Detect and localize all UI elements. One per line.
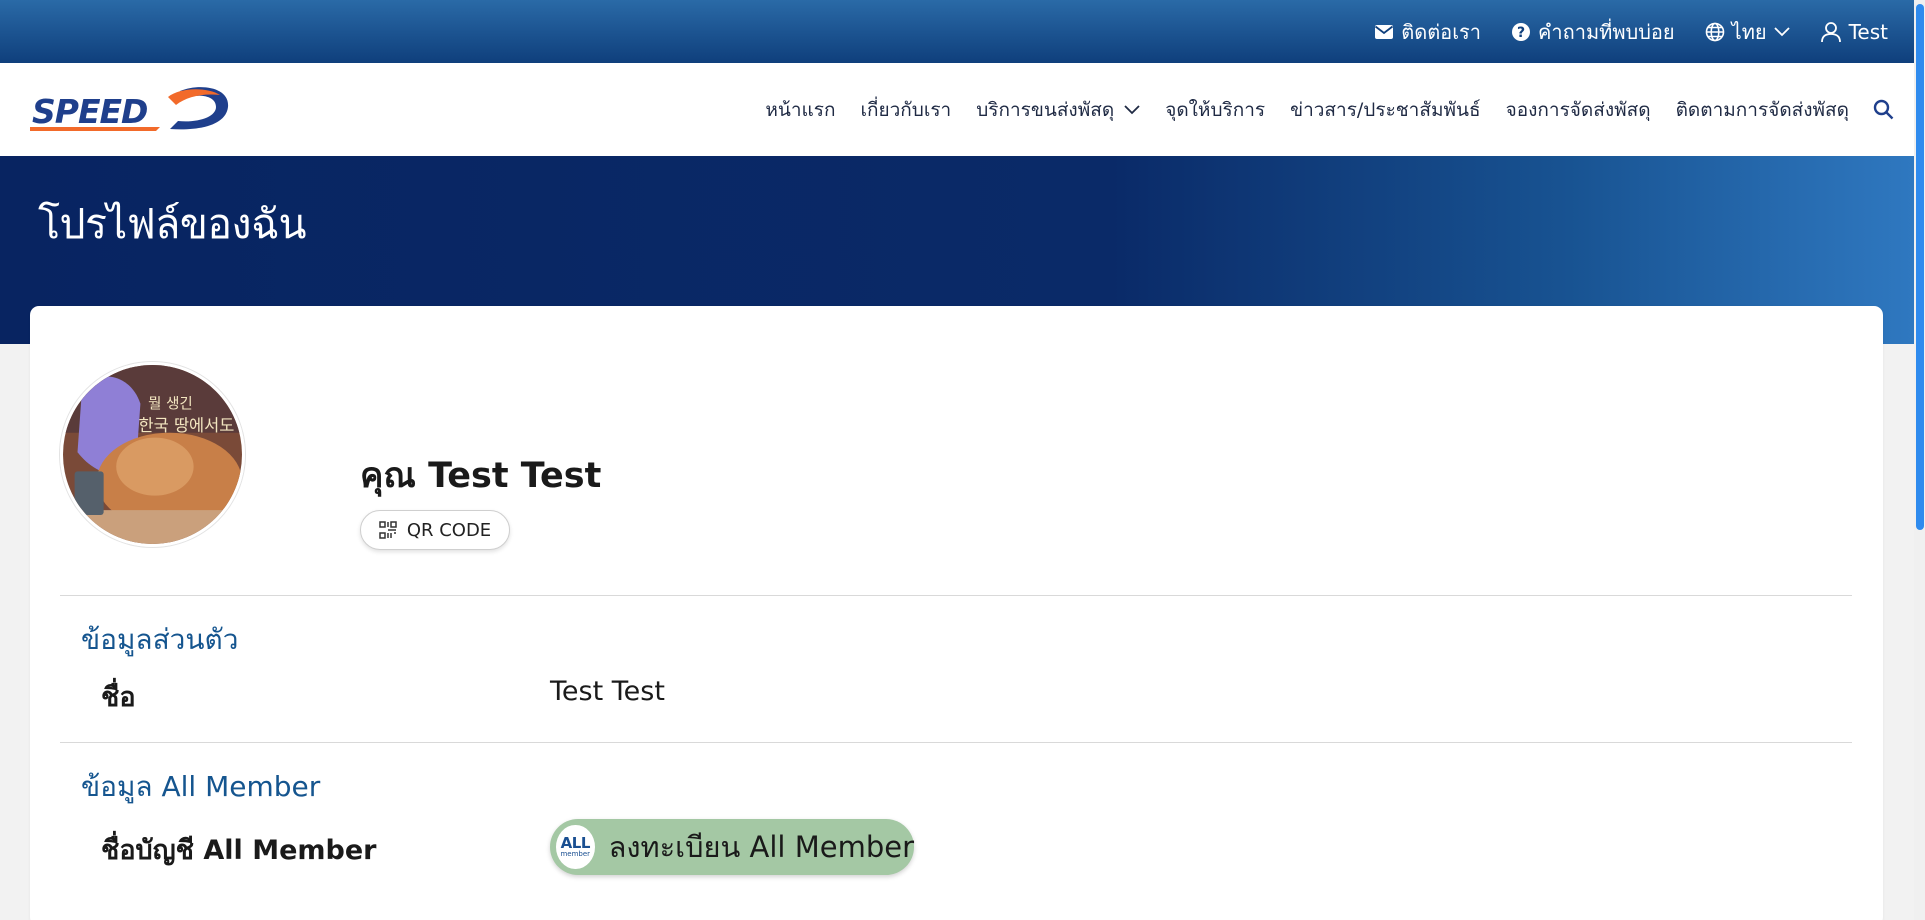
globe-icon bbox=[1705, 22, 1724, 41]
nav-service-points[interactable]: จุดให้บริการ bbox=[1165, 95, 1265, 125]
all-member-account-label: ชื่อบัญชี All Member bbox=[101, 835, 377, 866]
personal-info-title: ข้อมูลส่วนตัว bbox=[81, 623, 239, 656]
qr-code-button[interactable]: QR CODE bbox=[360, 510, 510, 550]
svg-text:?: ? bbox=[1517, 25, 1525, 41]
search-button[interactable] bbox=[1873, 99, 1894, 120]
page-scrollbar[interactable] bbox=[1914, 0, 1925, 920]
top-utility-bar: ติดต่อเรา ? คำถามที่พบบ่อย ไทย Test bbox=[0, 0, 1914, 63]
avatar-photo: 뭘 생긴 한국 땅에서도 bbox=[63, 365, 242, 544]
faq-link[interactable]: ? คำถามที่พบบ่อย bbox=[1511, 16, 1675, 48]
all-member-logo: ALL member bbox=[556, 825, 595, 869]
svg-text:한국 땅에서도: 한국 땅에서도 bbox=[138, 416, 234, 435]
register-all-member-button[interactable]: ALL member ลงทะเบียน All Member bbox=[550, 819, 914, 875]
all-member-logo-text: ALL bbox=[560, 834, 591, 852]
svg-text:뭘 생긴: 뭘 생긴 bbox=[148, 396, 193, 413]
nav-booking[interactable]: จองการจัดส่งพัสดุ bbox=[1506, 95, 1651, 125]
nav-about[interactable]: เกี่ยวกับเรา bbox=[860, 95, 951, 125]
mail-icon bbox=[1375, 24, 1394, 39]
speed-d-logo[interactable]: SPEED bbox=[30, 85, 232, 133]
nav-tracking[interactable]: ติดตามการจัดส่งพัสดุ bbox=[1676, 95, 1849, 125]
profile-name: คุณ Test Test bbox=[360, 456, 602, 496]
nav-news[interactable]: ข่าวสาร/ประชาสัมพันธ์ bbox=[1290, 95, 1480, 125]
nav-home[interactable]: หน้าแรก bbox=[765, 95, 835, 125]
search-icon bbox=[1873, 99, 1894, 120]
qr-code-label: QR CODE bbox=[406, 519, 492, 541]
profile-card: 뭘 생긴 한국 땅에서도 คุณ Test Test QR CODE ข้อมู… bbox=[30, 306, 1883, 920]
avatar: 뭘 생긴 한국 땅에서도 bbox=[60, 362, 245, 547]
all-member-logo-subtext: member bbox=[560, 850, 591, 858]
language-label: ไทย bbox=[1731, 19, 1767, 44]
svg-text:SPEED: SPEED bbox=[32, 92, 147, 131]
contact-label: ติดต่อเรา bbox=[1401, 19, 1482, 44]
divider bbox=[60, 742, 1852, 743]
user-menu[interactable]: Test bbox=[1820, 20, 1888, 44]
chevron-down-icon bbox=[1773, 26, 1790, 36]
register-all-member-label: ลงทะเบียน All Member bbox=[608, 830, 914, 864]
nav-services-label: บริการขนส่งพัสดุ bbox=[976, 98, 1115, 121]
main-navbar: SPEED หน้าแรก เกี่ยวกับเรา บริการขนส่งพั… bbox=[0, 63, 1914, 156]
question-circle-icon: ? bbox=[1512, 22, 1531, 41]
all-member-title: ข้อมูล All Member bbox=[81, 770, 321, 803]
chevron-down-icon bbox=[1124, 104, 1140, 114]
language-selector[interactable]: ไทย bbox=[1705, 16, 1790, 48]
name-value: Test Test bbox=[550, 676, 665, 707]
qr-code-icon bbox=[379, 521, 397, 539]
name-label: ชื่อ bbox=[101, 682, 136, 713]
nav-services[interactable]: บริการขนส่งพัสดุ bbox=[976, 95, 1140, 125]
page-title: โปรไฟล์ของฉัน bbox=[38, 200, 306, 248]
scrollbar-thumb[interactable] bbox=[1916, 4, 1924, 530]
contact-link[interactable]: ติดต่อเรา bbox=[1374, 16, 1481, 48]
divider bbox=[60, 595, 1852, 596]
user-label: Test bbox=[1848, 19, 1888, 44]
user-icon bbox=[1820, 21, 1841, 42]
faq-label: คำถามที่พบบ่อย bbox=[1538, 19, 1675, 44]
